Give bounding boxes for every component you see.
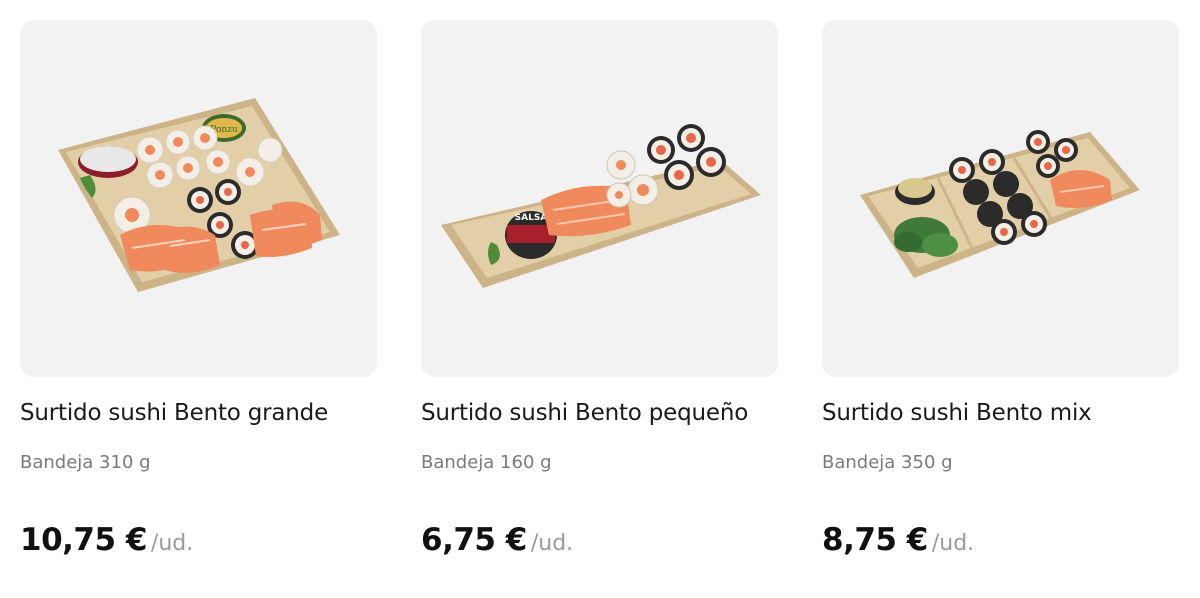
price-row: 8,75 €/ud. [822,522,974,558]
product-image[interactable] [822,20,1179,377]
price-row: 6,75 €/ud. [421,522,573,558]
price-unit: /ud. [931,531,975,556]
sushi-tray-mix-image [860,130,1140,278]
product-image[interactable]: Ponzu [20,20,377,377]
product-card[interactable]: Surtido sushi Bento mix Bandeja 350 g 8,… [822,20,1179,558]
product-price: 10,75 € [20,522,147,558]
svg-text:SALSA: SALSA [515,213,548,223]
product-image[interactable]: SALSA [421,20,778,377]
product-size: Bandeja 310 g [20,452,151,473]
product-card[interactable]: Ponzu Surtido sushi Bento grande Bandeja… [20,20,377,558]
product-price: 6,75 € [421,522,527,558]
product-name[interactable]: Surtido sushi Bento mix [822,398,1200,428]
product-grid: Ponzu Surtido sushi Bento grande Bandeja… [0,0,1200,598]
product-price: 8,75 € [822,522,928,558]
price-unit: /ud. [530,531,574,556]
sushi-tray-large-image: Ponzu [58,98,340,292]
product-name[interactable]: Surtido sushi Bento grande [20,398,400,428]
price-unit: /ud. [150,531,194,556]
product-size: Bandeja 160 g [421,452,552,473]
product-size: Bandeja 350 g [822,452,953,473]
product-name[interactable]: Surtido sushi Bento pequeño [421,398,801,428]
product-card[interactable]: SALSA Surtido sushi Bento pequeño Bandej… [421,20,778,558]
sushi-tray-small-image: SALSA [441,124,761,288]
price-row: 10,75 €/ud. [20,522,193,558]
